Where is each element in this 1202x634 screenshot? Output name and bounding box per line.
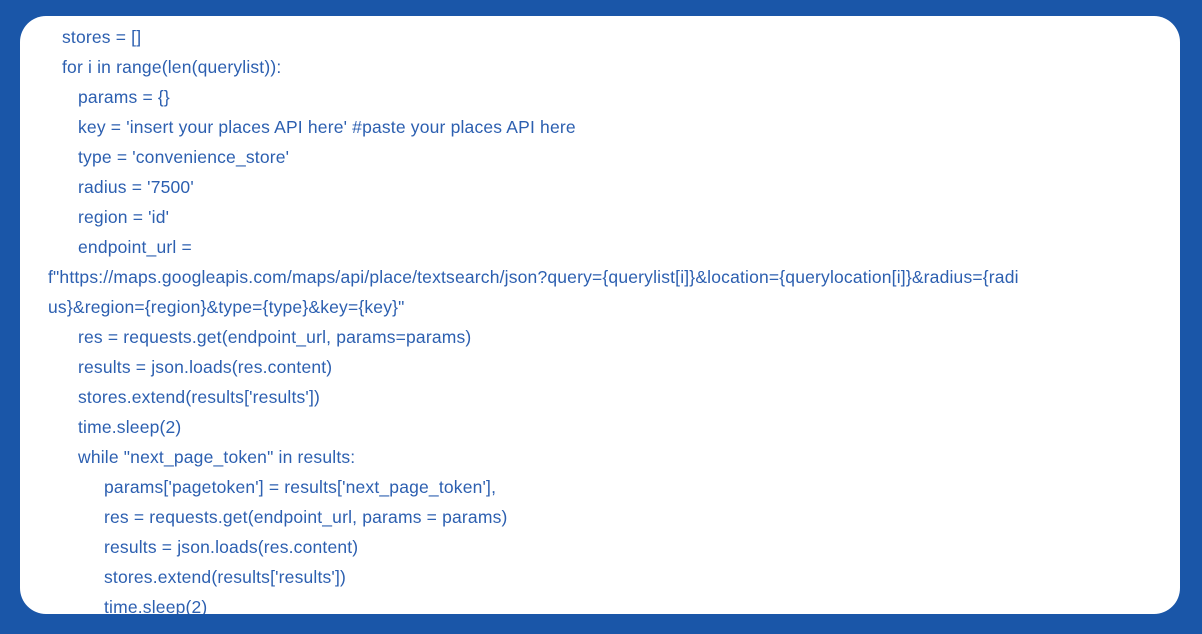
blue-frame: stores = [] for i in range(len(querylist)… <box>0 0 1202 634</box>
code-line: res = requests.get(endpoint_url, params … <box>104 507 508 527</box>
code-line: time.sleep(2) <box>104 597 208 614</box>
code-line: for i in range(len(querylist)): <box>62 57 282 77</box>
code-line: while "next_page_token" in results: <box>78 447 356 467</box>
code-line: type = 'convenience_store' <box>78 147 290 167</box>
code-line: us}&region={region}&type={type}&key={key… <box>48 297 405 317</box>
code-line: results = json.loads(res.content) <box>78 357 333 377</box>
code-line: time.sleep(2) <box>78 417 182 437</box>
code-line: stores = [] <box>62 27 142 47</box>
code-line: params['pagetoken'] = results['next_page… <box>104 477 497 497</box>
code-line: results = json.loads(res.content) <box>104 537 359 557</box>
code-line: stores.extend(results['results']) <box>78 387 320 407</box>
code-block: stores = [] for i in range(len(querylist)… <box>20 16 1180 614</box>
code-line: params = {} <box>78 87 170 107</box>
code-line: endpoint_url = <box>78 237 192 257</box>
code-line: stores.extend(results['results']) <box>104 567 346 587</box>
code-line: radius = '7500' <box>78 177 194 197</box>
code-line: f"https://maps.googleapis.com/maps/api/p… <box>48 267 1019 287</box>
code-panel: stores = [] for i in range(len(querylist)… <box>20 16 1180 614</box>
code-line: key = 'insert your places API here' #pas… <box>78 117 576 137</box>
code-line: res = requests.get(endpoint_url, params=… <box>78 327 472 347</box>
code-line: region = 'id' <box>78 207 170 227</box>
